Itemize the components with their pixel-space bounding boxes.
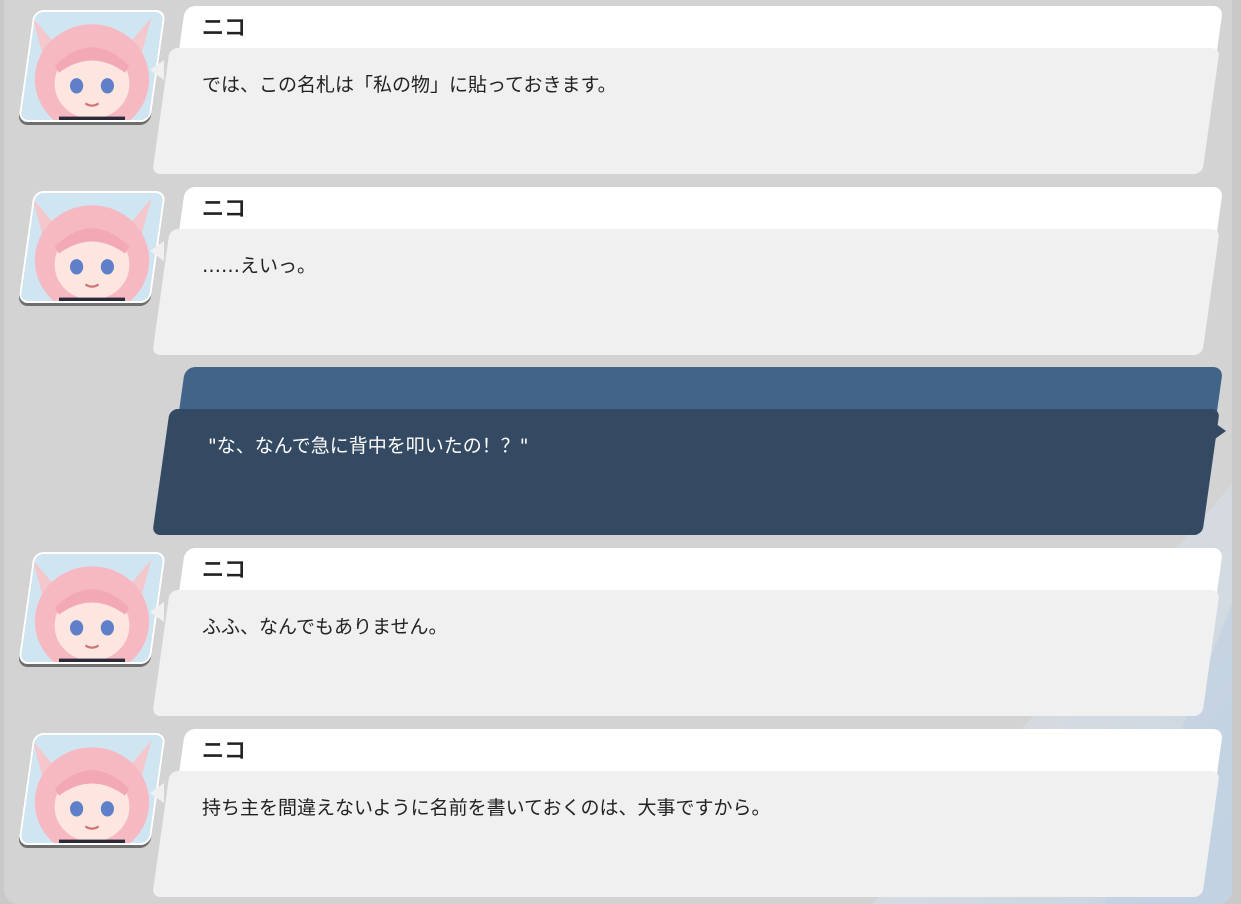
speaker-name-bar xyxy=(178,729,1224,775)
message-bubble xyxy=(152,48,1220,174)
backlog-panel[interactable]: ニコ では、この名札は「私の物」に貼っておきます。 ニコ ……えいっ。 "な、な… xyxy=(4,0,1232,904)
message-bubble xyxy=(152,229,1220,355)
log-entry[interactable]: ニコ では、この名札は「私の物」に貼っておきます。 xyxy=(4,0,1232,174)
speaker-name-bar xyxy=(178,548,1224,594)
log-entry[interactable]: ニコ ふふ、なんでもありません。 xyxy=(4,542,1232,716)
character-avatar xyxy=(18,191,166,303)
message-bubble xyxy=(152,409,1220,535)
bubble-pointer xyxy=(1212,421,1226,441)
bubble-pointer xyxy=(150,241,164,261)
message-text: ふふ、なんでもありません。 xyxy=(202,616,448,638)
speaker-name: ニコ xyxy=(202,197,247,222)
character-avatar xyxy=(18,552,166,664)
log-entry-player[interactable]: "な、なんで急に背中を叩いたの！？" xyxy=(4,361,1232,535)
speaker-name-bar xyxy=(178,6,1224,52)
player-header-bar xyxy=(178,367,1224,413)
message-text: "な、なんで急に背中を叩いたの！？" xyxy=(208,435,529,457)
speaker-name-bar xyxy=(178,187,1224,233)
avatar-portrait-icon xyxy=(21,10,163,122)
avatar-portrait-icon xyxy=(21,552,163,664)
bubble-pointer xyxy=(150,783,164,803)
speaker-name: ニコ xyxy=(202,16,247,41)
log-entry[interactable]: ニコ ……えいっ。 xyxy=(4,181,1232,355)
speaker-name: ニコ xyxy=(202,739,247,764)
avatar-portrait-icon xyxy=(21,733,163,845)
character-avatar xyxy=(18,733,166,845)
message-text: 持ち主を間違えないように名前を書いておくのは、大事ですから。 xyxy=(202,797,771,819)
character-avatar xyxy=(18,10,166,122)
speaker-name: ニコ xyxy=(202,558,247,583)
message-bubble xyxy=(152,590,1220,716)
log-entry[interactable]: ニコ 持ち主を間違えないように名前を書いておくのは、大事ですから。 xyxy=(4,723,1232,897)
bubble-pointer xyxy=(150,602,164,622)
avatar-portrait-icon xyxy=(21,191,163,303)
bubble-pointer xyxy=(150,60,164,80)
message-text: では、この名札は「私の物」に貼っておきます。 xyxy=(202,74,617,96)
message-bubble xyxy=(152,771,1220,897)
message-text: ……えいっ。 xyxy=(202,255,317,277)
